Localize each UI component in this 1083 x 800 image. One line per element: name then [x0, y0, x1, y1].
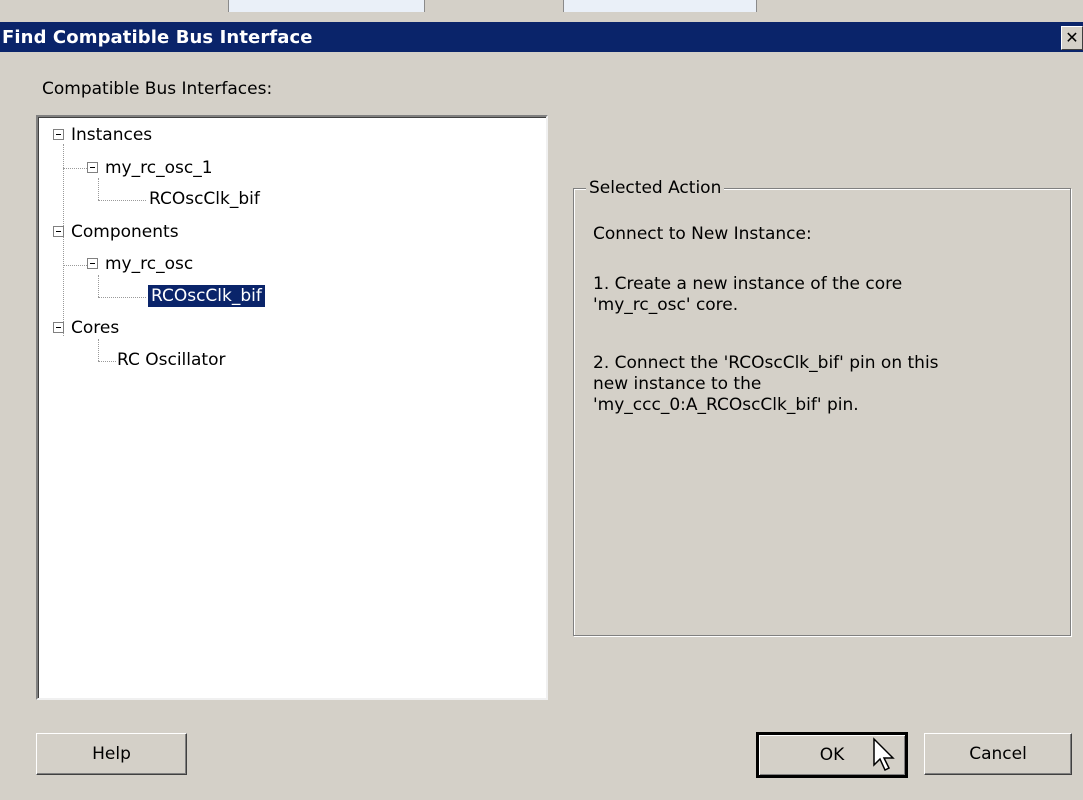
tree-connector [98, 339, 99, 361]
tree-connector [98, 178, 99, 200]
tree-label: Compatible Bus Interfaces: [42, 79, 273, 99]
mouse-pointer-icon [873, 737, 895, 772]
action-step1-line1: 1. Create a new instance of the core [593, 274, 903, 294]
cancel-button[interactable]: Cancel [924, 733, 1072, 775]
collapse-icon[interactable] [53, 226, 64, 237]
close-icon: ✕ [1065, 28, 1079, 47]
help-button[interactable]: Help [36, 733, 187, 775]
collapse-icon[interactable] [53, 322, 64, 333]
action-step2-line1: 2. Connect the 'RCOscClk_bif' pin on thi… [593, 353, 939, 373]
title-bar[interactable]: Find Compatible Bus Interface ✕ [0, 22, 1083, 52]
background-tab [563, 0, 757, 12]
action-heading: Connect to New Instance: [593, 224, 812, 244]
action-step2-line3: 'my_ccc_0:A_RCOscClk_bif' pin. [593, 395, 859, 415]
collapse-icon[interactable] [87, 258, 98, 269]
tree-connector [98, 200, 146, 201]
action-step1-line2: 'my_rc_osc' core. [593, 295, 739, 315]
tree-connector [98, 297, 146, 298]
tree-connector [63, 144, 64, 336]
collapse-icon[interactable] [53, 129, 64, 140]
window-title: Find Compatible Bus Interface [2, 27, 313, 48]
background-window-strip [0, 0, 1083, 22]
tree-connector [98, 275, 99, 297]
close-button[interactable]: ✕ [1061, 26, 1083, 50]
tree-node-bus-interface[interactable]: RCOscClk_bif [146, 187, 263, 211]
bus-interface-tree[interactable]: Instances my_rc_osc_1 RCOscClk_bif Compo… [36, 115, 548, 700]
action-step2-line2: new instance to the [593, 374, 762, 394]
collapse-icon[interactable] [87, 162, 98, 173]
background-tab [228, 0, 425, 12]
selected-action-legend: Selected Action [586, 178, 725, 198]
tree-node-core[interactable]: RC Oscillator [114, 348, 228, 372]
tree-node-bus-interface-selected[interactable]: RCOscClk_bif [148, 284, 265, 308]
